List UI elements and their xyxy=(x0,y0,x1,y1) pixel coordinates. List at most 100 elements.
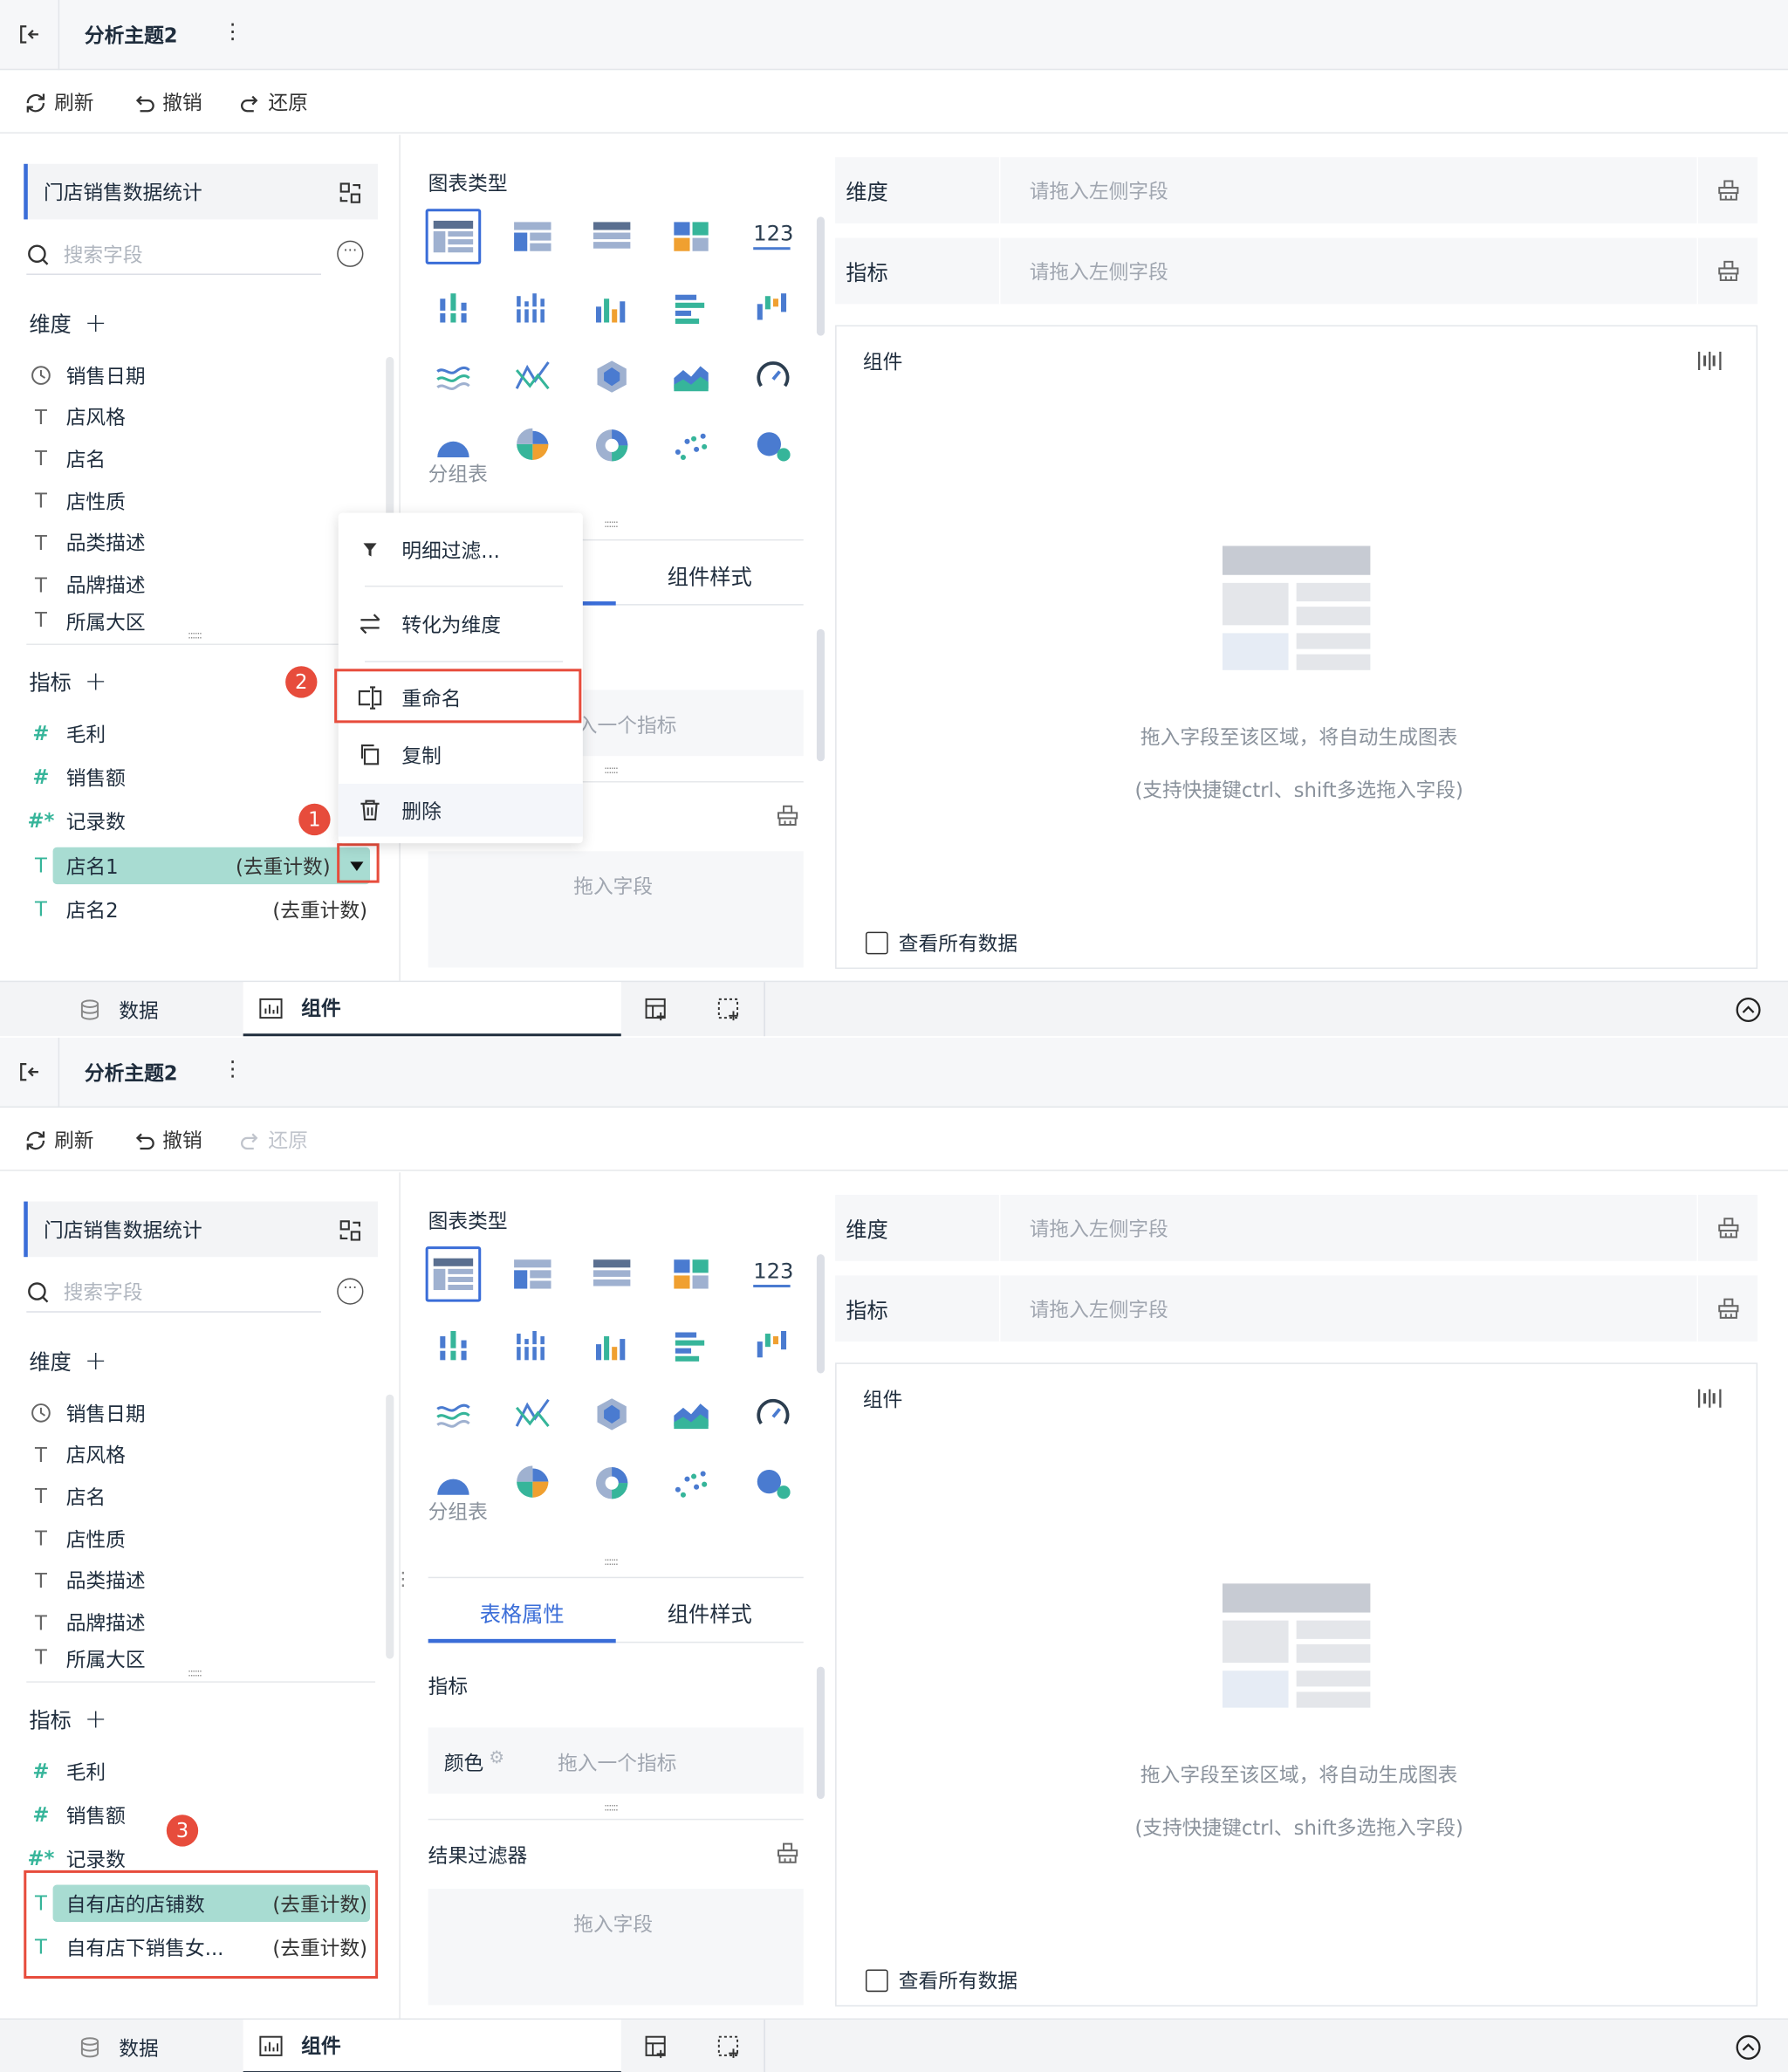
redo-button[interactable]: 还原 xyxy=(238,88,308,116)
clear-icon[interactable] xyxy=(1696,1195,1757,1261)
add-dimension-icon[interactable]: + xyxy=(85,306,106,338)
datasource-selector[interactable]: 门店销售数据统计 xyxy=(24,163,379,220)
dimension-field[interactable]: T 所属大区 xyxy=(26,1646,378,1672)
dimension-field[interactable]: T 店名 xyxy=(26,441,378,477)
chart-type-option[interactable] xyxy=(510,1392,555,1437)
add-dimension-icon[interactable]: + xyxy=(85,1344,106,1376)
chart-type-option[interactable] xyxy=(431,1392,476,1437)
chart-type-option[interactable] xyxy=(589,1252,634,1296)
tab-component-style[interactable]: 组件样式 xyxy=(616,559,804,591)
chart-type-option[interactable] xyxy=(750,1460,795,1505)
settings-icon[interactable]: ⚙ xyxy=(489,1749,504,1769)
measure-field[interactable]: # 销售额 xyxy=(26,1796,378,1833)
dimension-field[interactable]: T 品牌描述 xyxy=(26,1604,378,1641)
add-component-icon[interactable] xyxy=(644,982,670,1036)
search-input[interactable]: 搜索字段 xyxy=(26,1273,321,1313)
dimension-field[interactable]: T 品类描述 xyxy=(26,1562,378,1599)
menu-item-copy[interactable]: 复制 xyxy=(339,728,583,781)
search-input[interactable]: 搜索字段 xyxy=(26,236,321,275)
measure-drop-zone[interactable]: 指标 请拖入左侧字段 xyxy=(835,237,1758,305)
clear-icon[interactable] xyxy=(774,1840,800,1871)
dimension-field[interactable]: 销售日期 xyxy=(26,357,378,394)
dimension-field[interactable]: T 店性质 xyxy=(26,1520,378,1557)
tab-data[interactable]: 数据 xyxy=(79,982,159,1036)
view-all-data-checkbox[interactable]: 查看所有数据 xyxy=(865,930,1017,957)
scrollbar[interactable] xyxy=(816,1254,825,1374)
barcode-icon[interactable] xyxy=(1698,350,1722,375)
chart-type-option[interactable] xyxy=(589,1460,634,1505)
filter-drop-zone[interactable]: 拖入字段 xyxy=(428,851,804,968)
chart-type-option[interactable] xyxy=(589,423,634,468)
checkbox[interactable] xyxy=(865,1969,888,1993)
chart-type-option[interactable] xyxy=(750,354,795,399)
chart-type-option[interactable] xyxy=(510,1323,555,1368)
add-component-icon[interactable] xyxy=(644,2020,670,2072)
chart-type-option[interactable] xyxy=(668,423,713,468)
tab-table-props[interactable]: 表格属性 xyxy=(428,1596,616,1628)
dimension-field[interactable]: T 店名 xyxy=(26,1479,378,1515)
measure-field[interactable]: # 毛利 xyxy=(26,1753,378,1789)
resize-handle[interactable]: :::::: xyxy=(604,764,619,776)
chart-type-option[interactable] xyxy=(668,1460,713,1505)
chart-type-option[interactable] xyxy=(668,214,713,258)
resize-handle[interactable]: :::::: xyxy=(188,1667,202,1679)
chart-type-option[interactable] xyxy=(510,423,555,468)
chart-type-option[interactable] xyxy=(589,1323,634,1368)
menu-item-convert-dimension[interactable]: 转化为维度 xyxy=(339,598,583,651)
more-icon[interactable]: ⋮ xyxy=(222,18,243,44)
ellipsis-icon[interactable]: ··· xyxy=(337,1278,364,1305)
chart-type-option[interactable] xyxy=(510,214,555,258)
chart-type-option[interactable] xyxy=(510,1252,555,1296)
dimension-field[interactable]: T 店风格 xyxy=(26,1437,378,1473)
clear-icon[interactable] xyxy=(774,802,800,834)
chart-type-option[interactable] xyxy=(668,1323,713,1368)
clear-icon[interactable] xyxy=(1696,1275,1757,1342)
chart-type-option[interactable] xyxy=(668,1252,713,1296)
color-drop-zone[interactable]: 颜色⚙ 拖入一个指标 xyxy=(428,1727,804,1794)
chart-type-option[interactable] xyxy=(750,1392,795,1437)
chart-type-option[interactable] xyxy=(510,285,555,330)
dimension-drop-zone[interactable]: 维度 请拖入左侧字段 xyxy=(835,1195,1758,1261)
chart-type-option[interactable] xyxy=(750,285,795,330)
calc-field[interactable]: T 店名1 (去重计数) xyxy=(26,847,378,884)
refresh-button[interactable]: 刷新 xyxy=(24,1126,94,1154)
component-canvas[interactable]: 组件 拖入字段至该区域，将自动生成图表 (支持快捷键ctrl、shift多选拖入字段… xyxy=(835,325,1758,970)
back-icon[interactable] xyxy=(10,18,47,50)
resize-handle[interactable]: :::::: xyxy=(188,629,202,641)
add-measure-icon[interactable]: + xyxy=(85,1703,106,1734)
clear-icon[interactable] xyxy=(1696,237,1757,305)
menu-item-detail-filter[interactable]: 明细过滤... xyxy=(339,524,583,577)
scrollbar[interactable] xyxy=(816,1666,825,1800)
refresh-button[interactable]: 刷新 xyxy=(24,88,94,116)
scrollbar[interactable] xyxy=(386,1394,394,1659)
view-all-data-checkbox[interactable]: 查看所有数据 xyxy=(865,1966,1017,1994)
chart-type-option[interactable] xyxy=(589,1392,634,1437)
chart-type-option[interactable] xyxy=(668,354,713,399)
ellipsis-icon[interactable]: ··· xyxy=(337,240,364,267)
undo-button[interactable]: 撤销 xyxy=(132,1126,202,1154)
back-icon[interactable] xyxy=(10,1056,47,1087)
dimension-field[interactable]: 销售日期 xyxy=(26,1395,378,1431)
chart-type-option[interactable] xyxy=(510,354,555,399)
chart-type-option[interactable] xyxy=(668,1392,713,1437)
collapse-icon[interactable] xyxy=(1735,982,1761,1036)
switch-icon[interactable] xyxy=(337,1218,363,1249)
chart-type-option[interactable] xyxy=(750,423,795,468)
redo-button[interactable]: 还原 xyxy=(238,1126,308,1154)
chart-type-option[interactable] xyxy=(510,1460,555,1505)
dimension-field[interactable]: T 品牌描述 xyxy=(26,566,378,603)
switch-icon[interactable] xyxy=(337,180,363,211)
resize-handle[interactable]: :::::: xyxy=(604,518,619,531)
chart-type-option[interactable] xyxy=(589,354,634,399)
filter-drop-zone[interactable]: 拖入字段 xyxy=(428,1889,804,2006)
tab-component-style[interactable]: 组件样式 xyxy=(616,1596,804,1628)
add-layout-icon[interactable] xyxy=(716,982,743,1036)
tab-data[interactable]: 数据 xyxy=(79,2020,159,2072)
component-canvas[interactable]: 组件 拖入字段至该区域，将自动生成图表 (支持快捷键ctrl、shift多选拖入字段… xyxy=(835,1362,1758,2007)
chart-type-option[interactable] xyxy=(425,209,482,264)
barcode-icon[interactable] xyxy=(1698,1388,1722,1413)
chart-type-option[interactable] xyxy=(589,214,634,258)
chart-type-option[interactable] xyxy=(431,1323,476,1368)
resize-handle[interactable]: :::::: xyxy=(604,1801,619,1814)
scrollbar[interactable] xyxy=(816,216,825,336)
